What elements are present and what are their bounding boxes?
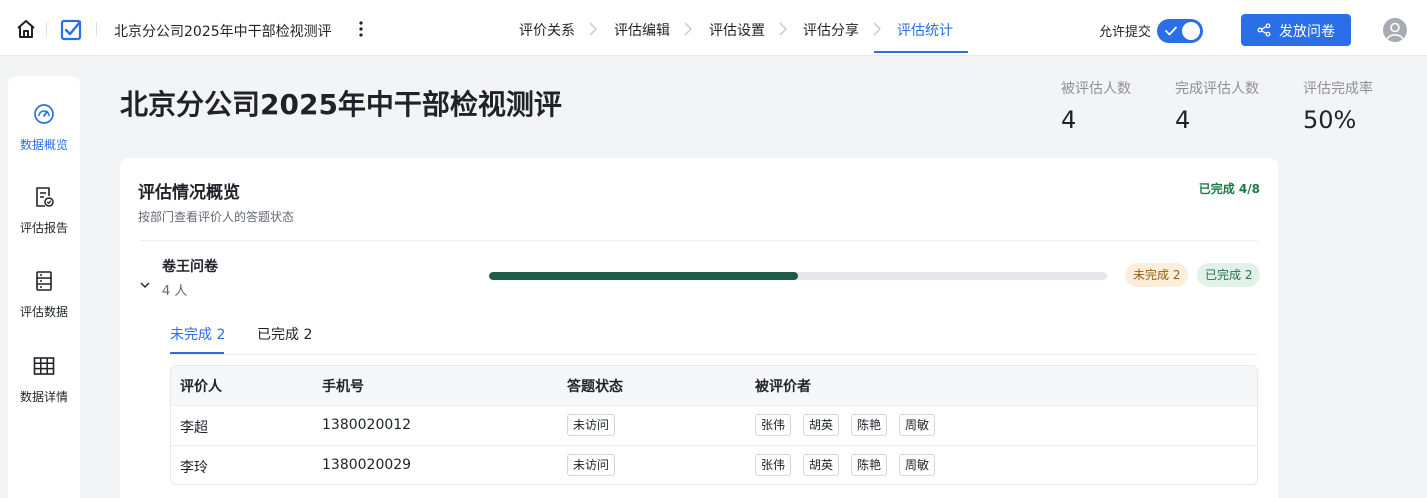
progress-fill [489,272,798,280]
column-header-rater: 评价人 [180,379,222,395]
pending-badge: 未完成 2 [1125,263,1189,287]
sidebar-item-data-overview[interactable]: 数据概览 [8,102,80,153]
sidebar-item-label: 数据概览 [19,138,68,152]
status-tag: 未访问 [567,414,616,436]
rater-name: 李超 [180,420,208,436]
more-vertical-icon[interactable] [356,20,366,38]
publish-survey-label: 发放问卷 [1279,24,1335,40]
step-evaluation-share[interactable]: 评估分享 [803,20,859,40]
page-title: 北京分公司2025年中干部检视测评 [120,88,562,121]
column-header-ratees: 被评价者 [755,379,811,395]
step-evaluation-settings[interactable]: 评估设置 [709,20,765,40]
step-evaluation-statistics[interactable]: 评估统计 [897,20,953,40]
allow-submit-label: 允许提交 [1099,25,1152,40]
top-bar: 北京分公司2025年中干部检视测评 评价关系 评估编辑 评估设置 评估分享 评估… [0,0,1427,56]
ratee-tag: 陈艳 [851,414,888,436]
questionnaire-progress-bar [489,272,1107,280]
table-row: 李超 1380020012 未访问 张伟 胡英 陈艳 周敏 [171,405,1257,445]
rater-name: 李玲 [180,460,208,476]
status-tabs: 未完成 2 已完成 2 [170,318,1258,355]
chevron-right-icon [684,22,692,36]
card-subtitle: 按部门查看评价人的答题状态 [138,210,295,224]
stat-label: 被评估人数 [1061,81,1131,97]
chevron-down-icon[interactable] [140,280,150,290]
tab-incomplete[interactable]: 未完成 2 [170,324,225,344]
ratee-tag: 周敏 [899,454,936,476]
allow-submit-toggle[interactable] [1157,19,1203,43]
rater-phone: 1380020012 [322,417,412,433]
rater-phone: 1380020029 [322,457,412,473]
ratee-tag: 胡英 [803,454,840,476]
table-header: 评价人 手机号 答题状态 被评价者 [171,366,1257,405]
rater-table: 评价人 手机号 答题状态 被评价者 李超 1380020012 未访问 张伟 胡… [170,365,1258,485]
stat-value: 50% [1303,106,1357,134]
ratee-tag: 陈艳 [851,454,888,476]
dashboard-icon [34,104,54,124]
column-header-status: 答题状态 [567,379,623,395]
active-tab-indicator [170,352,224,354]
stat-label: 完成评估人数 [1175,81,1259,97]
user-icon [1386,22,1404,40]
sidebar-item-label: 数据详情 [19,390,68,404]
evaluation-overview-card: 评估情况概览 按部门查看评价人的答题状态 已完成 4/8 卷王问卷 4 人 未完… [120,158,1278,498]
share-icon [1257,23,1271,37]
sidebar: 数据概览 评估报告 评估数据 数据详情 [8,76,80,498]
questionnaire-count: 4 人 [162,284,188,299]
sidebar-item-label: 评估数据 [19,305,68,319]
check-icon [1165,26,1177,36]
survey-title: 北京分公司2025年中干部检视测评 [114,24,332,40]
card-title: 评估情况概览 [138,183,240,203]
sidebar-item-label: 评估报告 [19,221,68,235]
stat-value: 4 [1175,106,1191,134]
divider [46,22,47,36]
stat-label: 评估完成率 [1303,81,1373,97]
status-tag: 未访问 [567,454,616,476]
ratee-tag: 张伟 [755,454,792,476]
divider [140,240,1258,241]
user-avatar[interactable] [1383,18,1407,42]
completed-summary: 已完成 4/8 [1198,182,1260,196]
completed-badge: 已完成 2 [1197,263,1261,287]
data-sheet-icon [36,271,52,291]
chevron-right-icon [589,22,597,36]
checkbox-logo-icon [60,19,82,41]
publish-survey-button[interactable]: 发放问卷 [1241,14,1351,46]
ratee-tag: 胡英 [803,414,840,436]
grid-table-icon [33,357,55,375]
ratee-tag: 张伟 [755,414,792,436]
sidebar-item-evaluation-data[interactable]: 评估数据 [8,269,80,320]
ratee-tag: 周敏 [899,414,936,436]
stat-evaluatee-count: 被评估人数 4 [1061,78,1131,134]
questionnaire-name[interactable]: 卷王问卷 [162,256,218,276]
home-icon[interactable] [15,18,37,40]
chevron-right-icon [779,22,787,36]
report-icon [36,187,54,207]
divider [96,22,97,36]
chevron-right-icon [873,22,881,36]
toggle-knob [1182,22,1200,40]
tab-completed[interactable]: 已完成 2 [257,324,312,344]
stat-completion-rate: 评估完成率 50% [1303,78,1373,134]
step-evaluation-relations[interactable]: 评价关系 [519,20,575,40]
sidebar-item-evaluation-report[interactable]: 评估报告 [8,185,80,236]
column-header-phone: 手机号 [322,379,364,395]
step-evaluation-edit[interactable]: 评估编辑 [614,20,670,40]
sidebar-item-data-details[interactable]: 数据详情 [8,354,80,405]
table-row: 李玲 1380020029 未访问 张伟 胡英 陈艳 周敏 [171,445,1257,484]
stat-value: 4 [1061,106,1077,134]
active-step-indicator [874,51,968,53]
stat-completed-count: 完成评估人数 4 [1175,78,1259,134]
